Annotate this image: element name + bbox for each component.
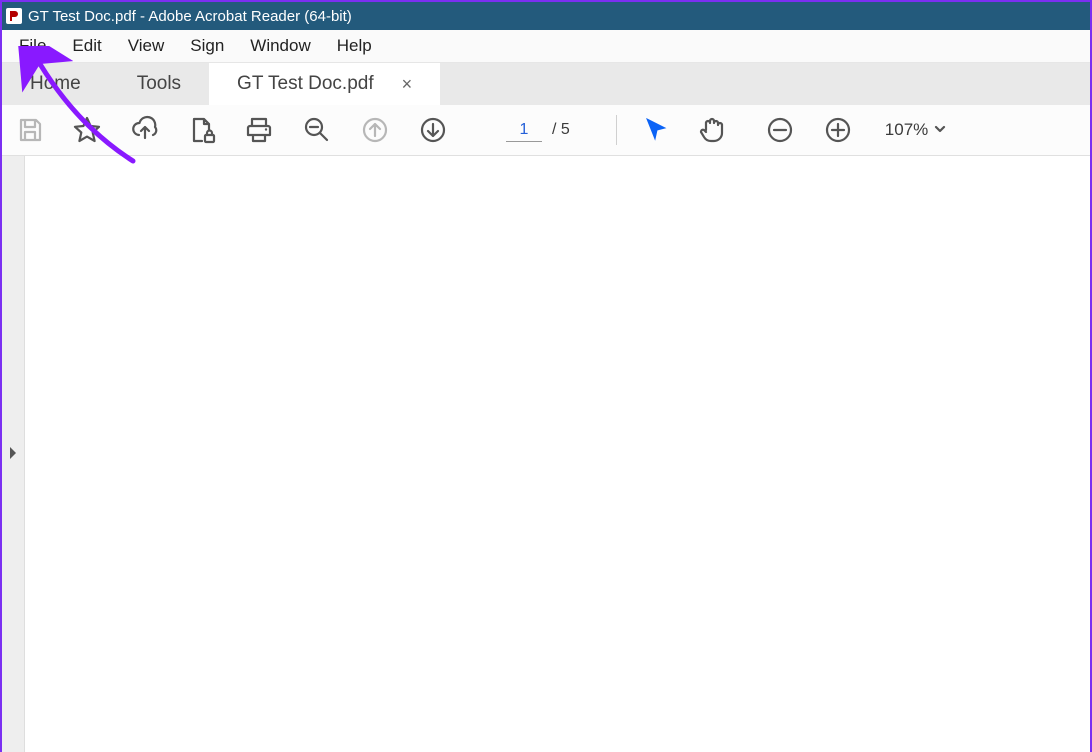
window-title: GT Test Doc.pdf - Adobe Acrobat Reader (… [28, 8, 352, 25]
menu-file[interactable]: File [6, 32, 59, 60]
star-icon[interactable] [72, 115, 102, 145]
tab-home[interactable]: Home [2, 63, 109, 105]
menu-sign[interactable]: Sign [177, 32, 237, 60]
zoom-group: 107% [765, 115, 946, 145]
tab-strip: Home Tools GT Test Doc.pdf × [2, 63, 1090, 105]
document-area [2, 156, 1090, 752]
zoom-level-display[interactable]: 107% [885, 120, 946, 140]
zoom-out-icon[interactable] [765, 115, 795, 145]
selection-tool-icon[interactable] [643, 117, 669, 143]
save-icon[interactable] [16, 116, 44, 144]
cloud-upload-icon[interactable] [130, 115, 160, 145]
page-up-icon[interactable] [360, 115, 390, 145]
page-down-icon[interactable] [418, 115, 448, 145]
tab-close-icon[interactable]: × [402, 74, 413, 95]
hand-tool-icon[interactable] [697, 115, 727, 145]
page-total-label: / 5 [548, 121, 574, 139]
toolbar: / 5 107% [2, 105, 1090, 156]
menu-bar: File Edit View Sign Window Help [2, 30, 1090, 63]
zoom-in-icon[interactable] [823, 115, 853, 145]
menu-help[interactable]: Help [324, 32, 385, 60]
tab-tools-label: Tools [137, 73, 181, 95]
app-icon [6, 8, 22, 24]
tab-tools[interactable]: Tools [109, 63, 209, 105]
side-panel-rail[interactable] [2, 156, 25, 752]
menu-window[interactable]: Window [237, 32, 323, 60]
toolbar-separator [616, 115, 617, 145]
tab-document-label: GT Test Doc.pdf [237, 73, 374, 95]
file-lock-icon[interactable] [188, 116, 216, 144]
find-icon[interactable] [302, 115, 332, 145]
expand-panel-icon[interactable] [8, 446, 18, 463]
page-navigator: / 5 [506, 119, 574, 142]
chevron-down-icon [934, 120, 946, 140]
page-canvas[interactable] [25, 156, 1090, 752]
menu-edit[interactable]: Edit [59, 32, 114, 60]
tab-home-label: Home [30, 73, 81, 95]
zoom-level-label: 107% [885, 120, 928, 140]
print-icon[interactable] [244, 115, 274, 145]
page-number-input[interactable] [506, 119, 542, 142]
title-bar: GT Test Doc.pdf - Adobe Acrobat Reader (… [2, 2, 1090, 30]
tab-document[interactable]: GT Test Doc.pdf × [209, 63, 440, 105]
menu-view[interactable]: View [115, 32, 178, 60]
